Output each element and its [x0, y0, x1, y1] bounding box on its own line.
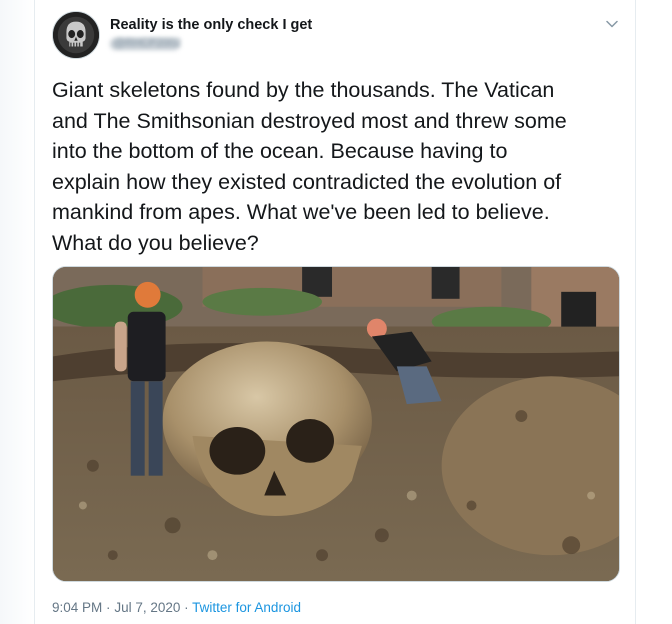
tweet-menu-button[interactable]	[603, 15, 621, 33]
display-name[interactable]: Reality is the only check I get	[110, 17, 312, 33]
tweet-time[interactable]: 9:04 PM	[52, 600, 102, 615]
meta-separator: ·	[184, 600, 189, 615]
tweet-source-link[interactable]: Twitter for Android	[192, 600, 301, 615]
tweet-photo[interactable]	[52, 266, 620, 582]
meta-separator: ·	[106, 600, 111, 615]
photo-skull-excavation	[53, 267, 619, 581]
avatar[interactable]	[52, 11, 100, 59]
tweet-meta: 9:04 PM · Jul 7, 2020 · Twitter for Andr…	[52, 600, 301, 615]
tweet-text: Giant skeletons found by the thousands. …	[52, 78, 567, 255]
chevron-down-icon	[606, 20, 618, 28]
handle[interactable]: @RHCP2002	[114, 37, 181, 49]
punisher-skull-icon	[53, 12, 99, 58]
tweet-date[interactable]: Jul 7, 2020	[114, 600, 180, 615]
page-background	[0, 0, 34, 624]
